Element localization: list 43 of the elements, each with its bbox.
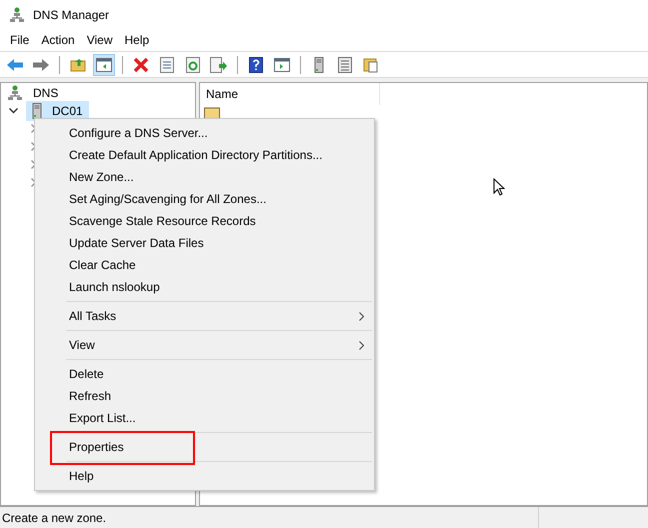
menu-item[interactable]: Scavenge Stale Resource Records	[35, 210, 374, 232]
menu-item[interactable]: Refresh	[35, 385, 374, 407]
column-header[interactable]: Name	[200, 83, 380, 105]
menu-item[interactable]: New Zone...	[35, 166, 374, 188]
close-icon	[133, 56, 149, 72]
action-pane-icon	[274, 58, 290, 72]
status-text: Create a new zone.	[1, 510, 108, 526]
menu-item[interactable]: Clear Cache	[35, 254, 374, 276]
menu-item[interactable]: File	[4, 31, 36, 49]
chevron-down-icon	[9, 108, 18, 114]
menu-item[interactable]: Help	[35, 465, 374, 487]
help-icon	[249, 56, 263, 72]
refresh-icon	[186, 56, 200, 72]
export-icon	[210, 56, 228, 72]
back-arrow-icon	[6, 58, 24, 72]
menu-item[interactable]: Create Default Application Directory Partitions...	[35, 144, 374, 166]
tree-item[interactable]: DNS	[29, 84, 62, 102]
network-icon	[7, 84, 23, 100]
console-tree-icon	[96, 58, 112, 72]
toolbar-button[interactable]	[93, 54, 115, 76]
list-icon	[338, 56, 352, 72]
forward-arrow-icon	[32, 58, 50, 72]
menu-item[interactable]: All Tasks	[35, 305, 374, 327]
menu-item[interactable]: Properties	[35, 436, 374, 458]
menu-item[interactable]: Configure a DNS Server...	[35, 122, 374, 144]
folder-up-icon	[70, 58, 86, 72]
menu-item[interactable]: Set Aging/Scavenging for All Zones...	[35, 188, 374, 210]
menu-item[interactable]: View	[80, 31, 118, 49]
chevron-right-icon	[359, 340, 364, 350]
menu-item[interactable]: Update Server Data Files	[35, 232, 374, 254]
window-title: DNS Manager	[33, 6, 110, 24]
menu-item[interactable]: Delete	[35, 363, 374, 385]
menu-item[interactable]: Action	[35, 31, 81, 49]
folder-document-icon	[363, 56, 379, 72]
network-icon	[9, 6, 25, 22]
server-icon	[314, 56, 324, 72]
menu-item[interactable]: View	[35, 334, 374, 356]
chevron-right-icon	[359, 312, 364, 320]
menu-item[interactable]: Export List...	[35, 407, 374, 429]
document-icon	[160, 56, 174, 72]
menu-item[interactable]: Help	[118, 31, 156, 49]
menu-item[interactable]: Launch nslookup	[35, 276, 374, 298]
mouse-pointer-icon	[493, 178, 505, 196]
